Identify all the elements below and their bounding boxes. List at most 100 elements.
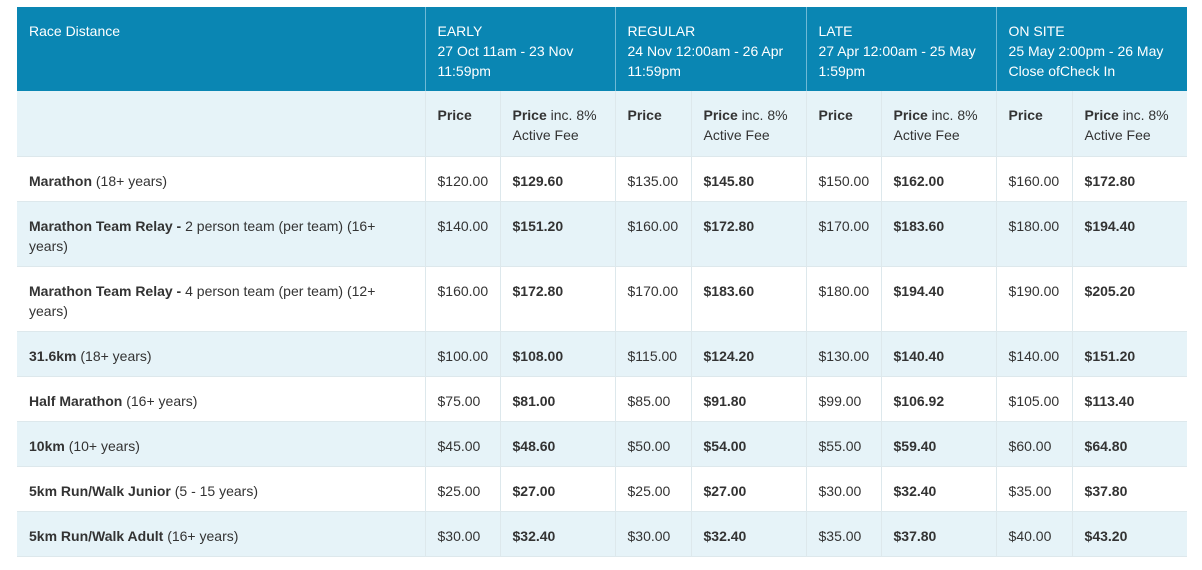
period-name: EARLY: [437, 23, 483, 39]
period-range: 25 May 2:00pm - 26 May Close ofCheck In: [1008, 43, 1164, 79]
price-cell: $160.00: [424, 266, 500, 332]
table-row: 5km Run/Walk Junior (5 - 15 years) $25.0…: [17, 466, 1188, 512]
price-cell: $140.00: [995, 331, 1073, 377]
price-cell: $100.00: [424, 331, 500, 377]
distance-detail: (16+ years): [122, 392, 198, 409]
price-cell: $40.00: [995, 511, 1073, 557]
distance-name: 10km: [29, 437, 65, 454]
distance-cell: Half Marathon (16+ years): [17, 376, 425, 422]
distance-cell: Marathon Team Relay - 2 person team (per…: [17, 201, 425, 267]
price-fee-cell: $106.92: [880, 376, 997, 422]
price-cell: $150.00: [805, 156, 882, 202]
price-fee-cell: $81.00: [499, 376, 615, 422]
price-fee-cell: $59.40: [880, 421, 997, 467]
price-fee-cell: $172.80: [690, 201, 807, 267]
price-fee-label-bold: Price: [512, 107, 547, 123]
table-row: Marathon Team Relay - 4 person team (per…: [17, 266, 1188, 332]
distance-detail: (10+ years): [64, 437, 140, 454]
price-fee-header: Price inc. 8% Active Fee: [690, 91, 807, 157]
price-cell: $25.00: [424, 466, 500, 512]
price-header: Price: [805, 91, 882, 157]
price-cell: $160.00: [614, 201, 691, 267]
price-cell: $30.00: [805, 466, 882, 512]
price-cell: $130.00: [805, 331, 882, 377]
distance-cell: 10km (10+ years): [17, 421, 425, 467]
price-header: Price: [614, 91, 691, 157]
distance-cell: Marathon Team Relay - 4 person team (per…: [17, 266, 425, 332]
price-fee-cell: $183.60: [880, 201, 997, 267]
price-cell: $180.00: [995, 201, 1073, 267]
price-fee-cell: $54.00: [690, 421, 807, 467]
distance-name: 5km Run/Walk Junior: [29, 482, 171, 499]
period-name: REGULAR: [627, 23, 696, 39]
pricing-table: Race Distance EARLY 27 Oct 11am - 23 Nov…: [17, 7, 1188, 557]
distance-cell: 5km Run/Walk Adult (16+ years): [17, 511, 425, 557]
price-fee-label-bold: Price: [703, 107, 738, 123]
price-fee-cell: $162.00: [880, 156, 997, 202]
period-name: ON SITE: [1008, 23, 1065, 39]
price-cell: $115.00: [614, 331, 691, 377]
price-cell: $99.00: [805, 376, 882, 422]
price-fee-cell: $172.80: [1071, 156, 1188, 202]
price-cell: $180.00: [805, 266, 882, 332]
price-fee-cell: $194.40: [880, 266, 997, 332]
distance-name: Marathon: [29, 172, 92, 189]
distance-name: Marathon Team Relay -: [29, 282, 186, 299]
period-range: 24 Nov 12:00am - 26 Apr 11:59pm: [627, 43, 784, 79]
distance-detail: (5 - 15 years): [170, 482, 258, 499]
price-fee-label-bold: Price: [893, 107, 928, 123]
table-row: Marathon (18+ years) $120.00 $129.60 $13…: [17, 156, 1188, 202]
price-label: Price: [1008, 107, 1043, 123]
price-cell: $30.00: [424, 511, 500, 557]
price-header: Price: [424, 91, 500, 157]
pricing-table-container: Race Distance EARLY 27 Oct 11am - 23 Nov…: [17, 7, 1188, 557]
distance-detail: (18+ years): [92, 172, 168, 189]
price-cell: $50.00: [614, 421, 691, 467]
price-cell: $25.00: [614, 466, 691, 512]
price-fee-header: Price inc. 8% Active Fee: [499, 91, 615, 157]
price-fee-cell: $205.20: [1071, 266, 1188, 332]
table-row: Half Marathon (16+ years) $75.00 $81.00 …: [17, 376, 1188, 422]
price-fee-cell: $32.40: [499, 511, 615, 557]
price-cell: $170.00: [614, 266, 691, 332]
price-cell: $135.00: [614, 156, 691, 202]
price-cell: $35.00: [995, 466, 1073, 512]
table-row: 10km (10+ years) $45.00 $48.60 $50.00 $5…: [17, 421, 1188, 467]
period-range: 27 Oct 11am - 23 Nov 11:59pm: [437, 43, 574, 79]
price-cell: $60.00: [995, 421, 1073, 467]
price-fee-cell: $151.20: [499, 201, 615, 267]
period-header-late: LATE 27 Apr 12:00am - 25 May 1:59pm: [805, 7, 997, 91]
price-cell: $120.00: [424, 156, 500, 202]
price-fee-cell: $32.40: [880, 466, 997, 512]
price-fee-cell: $91.80: [690, 376, 807, 422]
period-header-regular: REGULAR 24 Nov 12:00am - 26 Apr 11:59pm: [614, 7, 807, 91]
price-fee-cell: $113.40: [1071, 376, 1188, 422]
price-cell: $160.00: [995, 156, 1073, 202]
price-cell: $140.00: [424, 201, 500, 267]
table-row: 5km Run/Walk Adult (16+ years) $30.00 $3…: [17, 511, 1188, 557]
price-fee-cell: $124.20: [690, 331, 807, 377]
distance-name: Marathon Team Relay -: [29, 217, 186, 234]
period-header-on-site: ON SITE 25 May 2:00pm - 26 May Close ofC…: [995, 7, 1188, 91]
price-cell: $85.00: [614, 376, 691, 422]
price-fee-label-bold: Price: [1084, 107, 1119, 123]
distance-cell: Marathon (18+ years): [17, 156, 425, 202]
period-range: 27 Apr 12:00am - 25 May 1:59pm: [818, 43, 976, 79]
price-label: Price: [437, 107, 472, 123]
distance-cell: 5km Run/Walk Junior (5 - 15 years): [17, 466, 425, 512]
price-fee-cell: $108.00: [499, 331, 615, 377]
price-fee-cell: $64.80: [1071, 421, 1188, 467]
price-fee-cell: $32.40: [690, 511, 807, 557]
price-cell: $45.00: [424, 421, 500, 467]
price-cell: $35.00: [805, 511, 882, 557]
price-cell: $30.00: [614, 511, 691, 557]
distance-detail: (16+ years): [163, 527, 239, 544]
period-header-row: Race Distance EARLY 27 Oct 11am - 23 Nov…: [17, 7, 1188, 91]
price-cell: $75.00: [424, 376, 500, 422]
price-fee-cell: $37.80: [1071, 466, 1188, 512]
price-fee-cell: $129.60: [499, 156, 615, 202]
distance-name: 5km Run/Walk Adult: [29, 527, 164, 544]
price-label: Price: [627, 107, 662, 123]
price-cell: $55.00: [805, 421, 882, 467]
price-cell: $190.00: [995, 266, 1073, 332]
